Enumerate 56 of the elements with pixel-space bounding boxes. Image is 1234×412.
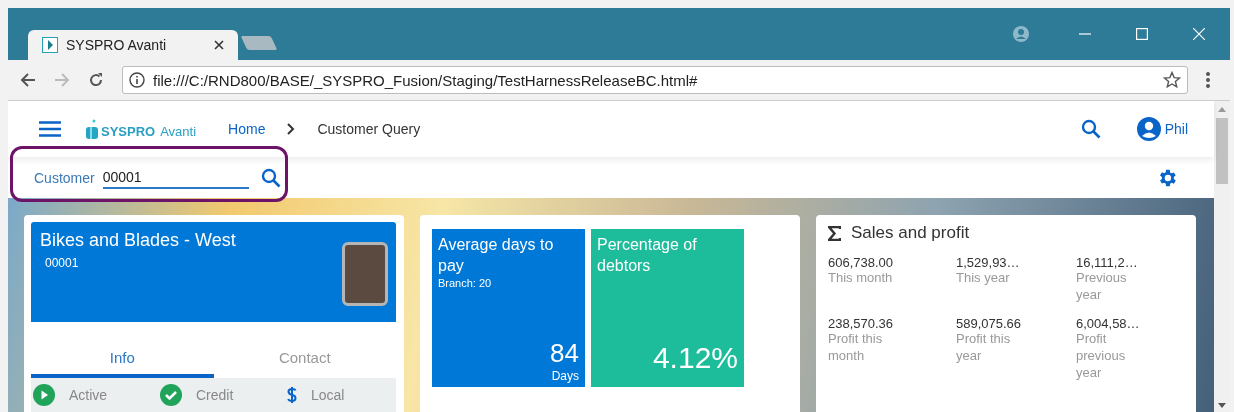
- back-icon[interactable]: [20, 72, 36, 88]
- user-name[interactable]: Phil: [1164, 121, 1188, 137]
- metric-label: Profit this month: [828, 330, 884, 365]
- metric-value: 238,570.36: [828, 315, 895, 331]
- check-icon: [160, 384, 182, 406]
- browser-tab[interactable]: SYSPRO Avanti: [28, 30, 238, 60]
- dollar-icon: [287, 386, 297, 404]
- search-icon[interactable]: [1080, 119, 1101, 139]
- scroll-thumb[interactable]: [1216, 118, 1228, 184]
- metric-label: Profit this year: [956, 330, 1012, 365]
- info-icon: [129, 72, 145, 88]
- customer-label: Customer: [34, 169, 95, 186]
- breadcrumb-link[interactable]: Home: [228, 121, 266, 137]
- tile-subtitle: Branch: 20: [438, 276, 493, 289]
- logo-text: SYSPRO: [101, 124, 156, 139]
- metric-label: Previous year: [1076, 270, 1128, 304]
- maximize-icon[interactable]: [1136, 28, 1148, 40]
- metric-value: 6,004,58…: [1076, 315, 1141, 331]
- close-icon[interactable]: [1193, 28, 1205, 40]
- search-icon[interactable]: [260, 167, 281, 188]
- close-tab-icon[interactable]: [214, 40, 224, 50]
- metric-label: Profit previous year: [1076, 330, 1127, 382]
- menu-icon[interactable]: [39, 121, 61, 137]
- play-icon: [33, 384, 55, 406]
- status-label: Active: [69, 387, 108, 403]
- tile-title: Average days to pay: [438, 235, 555, 276]
- address-field[interactable]: file:///C:/RND800/BASE/_SYSPRO_Fusion/Staging/TestHarnessReleaseBC.html#: [122, 66, 1188, 94]
- menu-dots-icon[interactable]: [1206, 72, 1210, 88]
- star-icon[interactable]: [1163, 71, 1181, 89]
- sigma-icon: [828, 225, 841, 241]
- customer-name: Bikes and Blades - West: [40, 230, 236, 251]
- scrollbar[interactable]: [1214, 101, 1230, 412]
- tile-title: Percentage of debtors: [597, 235, 698, 276]
- tile-unit: Days: [550, 369, 579, 383]
- user-avatar-icon[interactable]: [1136, 117, 1161, 141]
- breadcrumb-current: Customer Query: [317, 121, 421, 137]
- metric-label: This year: [956, 270, 1011, 287]
- chevron-right-icon: [287, 123, 296, 135]
- tile-value: 84: [549, 338, 579, 369]
- status-label: Local: [311, 387, 345, 403]
- photo-placeholder: [342, 242, 388, 306]
- tile-value: 4.12%: [651, 341, 738, 375]
- customer-code: 00001: [45, 256, 79, 270]
- logo-icon: [85, 119, 99, 139]
- scroll-down-icon[interactable]: [1218, 403, 1226, 408]
- app-favicon-icon: [42, 37, 58, 53]
- status-label: Credit: [196, 387, 234, 403]
- tab-title: SYSPRO Avanti: [66, 37, 168, 53]
- metric-label: This month: [828, 270, 894, 287]
- logo-subtext: Avanti: [160, 124, 197, 139]
- metric-value: 1,529,93…: [956, 255, 1021, 270]
- reload-icon[interactable]: [88, 72, 104, 88]
- card-title: Sales and profit: [851, 223, 970, 243]
- metric-value: 589,075.66: [956, 315, 1023, 331]
- metric-value: 16,111,2…: [1076, 255, 1139, 270]
- metric-value: 606,738.00: [828, 255, 895, 270]
